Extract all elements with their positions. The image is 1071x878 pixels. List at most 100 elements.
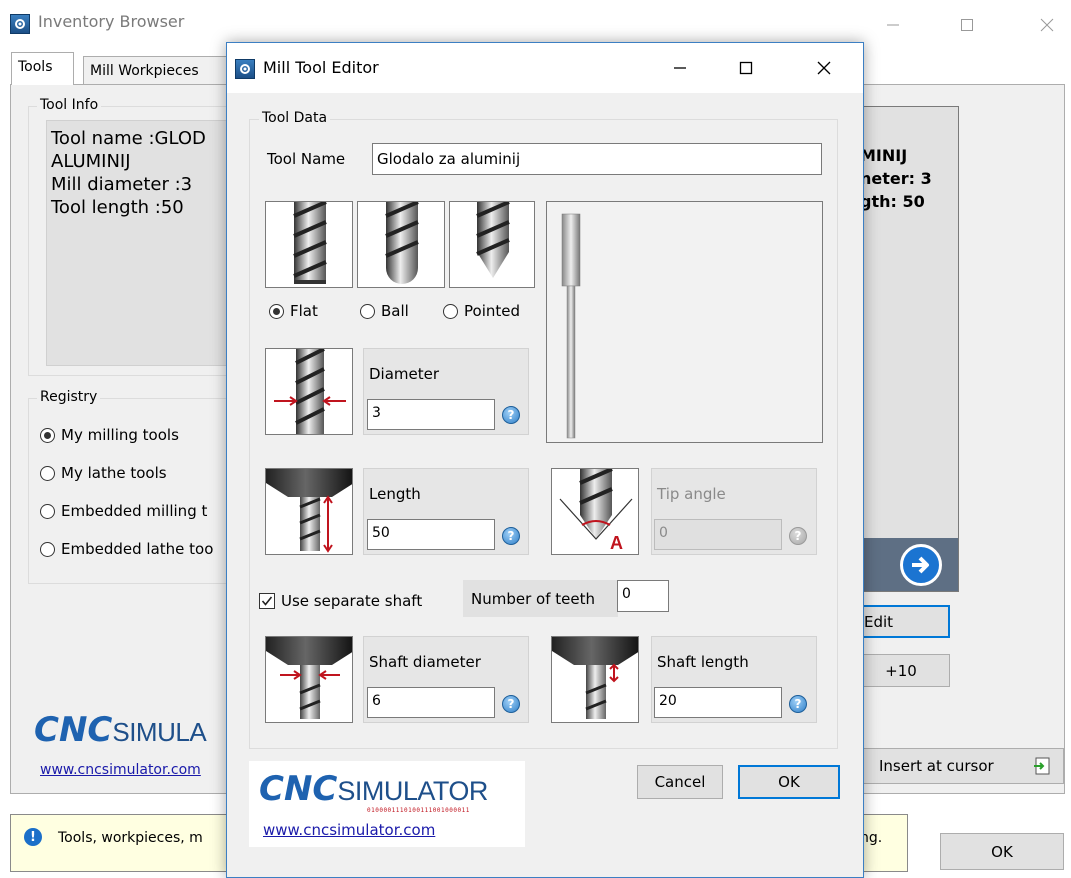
dialog-logo-bits: 0100001110100111001000011 bbox=[367, 807, 470, 814]
next-arrow-button[interactable] bbox=[900, 544, 942, 586]
registry-option-embedded-milling[interactable]: Embedded milling t bbox=[40, 502, 207, 520]
dialog-ok-button[interactable]: OK bbox=[738, 765, 840, 799]
radio-icon bbox=[40, 427, 55, 443]
plus10-button[interactable]: +10 bbox=[852, 654, 950, 687]
minimize-icon bbox=[674, 67, 686, 69]
length-help-icon[interactable]: ? bbox=[502, 527, 520, 545]
tip-type-pointed[interactable]: Pointed bbox=[443, 302, 520, 320]
diameter-label: Diameter bbox=[369, 365, 440, 383]
maximize-icon bbox=[739, 61, 753, 75]
shaft-length-help-icon[interactable]: ? bbox=[789, 695, 807, 713]
app-icon bbox=[10, 14, 30, 34]
shaft-length-input[interactable]: 20 bbox=[654, 687, 782, 718]
tool-info-line: Tool name :GLOD bbox=[51, 128, 206, 149]
maximize-icon bbox=[961, 19, 973, 31]
registry-option-my-milling-tools[interactable]: My milling tools bbox=[40, 426, 179, 444]
dialog-ok-label: OK bbox=[778, 773, 800, 791]
dialog-app-icon bbox=[235, 59, 255, 79]
radio-icon bbox=[443, 303, 458, 319]
dialog-logo-link[interactable]: www.cncsimulator.com bbox=[263, 821, 435, 839]
registry-legend: Registry bbox=[37, 389, 101, 405]
length-input[interactable]: 50 bbox=[367, 519, 495, 550]
tip-angle-help-icon: ? bbox=[789, 527, 807, 545]
tip-angle-image: A bbox=[551, 468, 639, 555]
tool-name-label: Tool Name bbox=[267, 150, 346, 168]
tab-tools[interactable]: Tools bbox=[11, 52, 74, 85]
tip-type-flat[interactable]: Flat bbox=[269, 302, 318, 320]
shaft-length-image bbox=[551, 636, 639, 723]
registry-option-label: My milling tools bbox=[61, 426, 179, 444]
insert-at-cursor-button[interactable]: Insert at cursor bbox=[852, 748, 1064, 784]
tool-info-legend: Tool Info bbox=[37, 97, 102, 113]
shaft-diameter-image bbox=[265, 636, 353, 723]
minimize-icon bbox=[887, 24, 899, 26]
ball-tip-image bbox=[357, 201, 445, 288]
teeth-input[interactable]: 0 bbox=[617, 580, 669, 612]
main-ok-button[interactable]: OK bbox=[940, 833, 1064, 870]
tool-preview bbox=[546, 201, 823, 443]
tip-angle-input: 0 bbox=[654, 519, 782, 550]
registry-option-label: Embedded lathe too bbox=[61, 540, 214, 558]
mill-tool-editor-dialog: Mill Tool Editor Tool Data Tool Name Glo… bbox=[226, 42, 864, 878]
main-ok-label: OK bbox=[991, 842, 1013, 861]
minimize-button[interactable] bbox=[870, 10, 916, 40]
registry-option-label: My lathe tools bbox=[61, 464, 167, 482]
status-text: Tools, workpieces, m bbox=[58, 830, 203, 846]
length-icon bbox=[266, 469, 352, 553]
shaft-diameter-icon bbox=[266, 637, 352, 719]
radio-icon bbox=[269, 303, 284, 319]
registry-option-my-lathe-tools[interactable]: My lathe tools bbox=[40, 464, 167, 482]
separate-shaft-label: Use separate shaft bbox=[281, 592, 423, 610]
tip-type-label: Ball bbox=[381, 302, 409, 320]
tool-info-line: Mill diameter :3 bbox=[51, 174, 193, 195]
diameter-help-icon[interactable]: ? bbox=[502, 406, 520, 424]
tool-preview-graphic bbox=[561, 213, 581, 439]
length-label: Length bbox=[369, 485, 421, 503]
dialog-title-bar: Mill Tool Editor bbox=[227, 43, 863, 93]
close-button[interactable] bbox=[1024, 10, 1070, 40]
flat-tip-image bbox=[265, 201, 353, 288]
main-logo-link[interactable]: www.cncsimulator.com bbox=[40, 762, 201, 778]
cancel-button-label: Cancel bbox=[654, 773, 706, 791]
dialog-title: Mill Tool Editor bbox=[263, 58, 379, 77]
tip-type-label: Pointed bbox=[464, 302, 520, 320]
main-logo-cnc: CNC bbox=[34, 710, 113, 750]
shaft-length-icon bbox=[552, 637, 638, 719]
diameter-icon bbox=[274, 349, 346, 434]
tool-info-line: ALUMINIJ bbox=[51, 151, 131, 172]
shaft-length-label: Shaft length bbox=[657, 653, 749, 671]
separate-shaft-checkbox[interactable]: Use separate shaft bbox=[259, 592, 422, 610]
main-logo-sim: SIMULA bbox=[112, 717, 207, 747]
maximize-button[interactable] bbox=[944, 10, 990, 40]
tool-name-input[interactable]: Glodalo za aluminij bbox=[372, 143, 822, 175]
cancel-button[interactable]: Cancel bbox=[637, 765, 723, 799]
tip-type-ball[interactable]: Ball bbox=[360, 302, 409, 320]
main-title-bar: Inventory Browser bbox=[0, 0, 1071, 44]
ball-tip-icon bbox=[385, 202, 419, 284]
tool-info-line: Tool length :50 bbox=[51, 197, 184, 218]
radio-icon bbox=[40, 541, 55, 557]
tab-mill-workpieces[interactable]: Mill Workpieces bbox=[83, 56, 233, 84]
preview-text-line: MINIJ bbox=[860, 146, 908, 165]
pointed-tip-image bbox=[449, 201, 535, 288]
dialog-logo-cnc: CNC bbox=[259, 769, 338, 809]
dialog-logo-sim: SIMULATOR bbox=[337, 776, 488, 806]
diameter-image bbox=[265, 348, 353, 435]
insert-at-cursor-label: Insert at cursor bbox=[879, 757, 994, 775]
diameter-input[interactable]: 3 bbox=[367, 399, 495, 430]
svg-text:A: A bbox=[610, 533, 623, 553]
main-window-title: Inventory Browser bbox=[38, 12, 185, 31]
tip-angle-label: Tip angle bbox=[657, 485, 726, 503]
registry-option-embedded-lathe[interactable]: Embedded lathe too bbox=[40, 540, 213, 558]
edit-button[interactable]: Edit bbox=[852, 605, 950, 638]
tool-data-legend: Tool Data bbox=[259, 110, 331, 126]
registry-option-label: Embedded milling t bbox=[61, 502, 208, 520]
tip-type-label: Flat bbox=[290, 302, 318, 320]
dialog-minimize-button[interactable] bbox=[657, 53, 703, 83]
arrow-right-icon bbox=[912, 556, 929, 574]
dialog-close-button[interactable] bbox=[801, 53, 847, 83]
shaft-diameter-help-icon[interactable]: ? bbox=[502, 695, 520, 713]
dialog-maximize-button[interactable] bbox=[723, 53, 769, 83]
shaft-diameter-input[interactable]: 6 bbox=[367, 687, 495, 718]
tab-mill-workpieces-label: Mill Workpieces bbox=[90, 63, 199, 79]
